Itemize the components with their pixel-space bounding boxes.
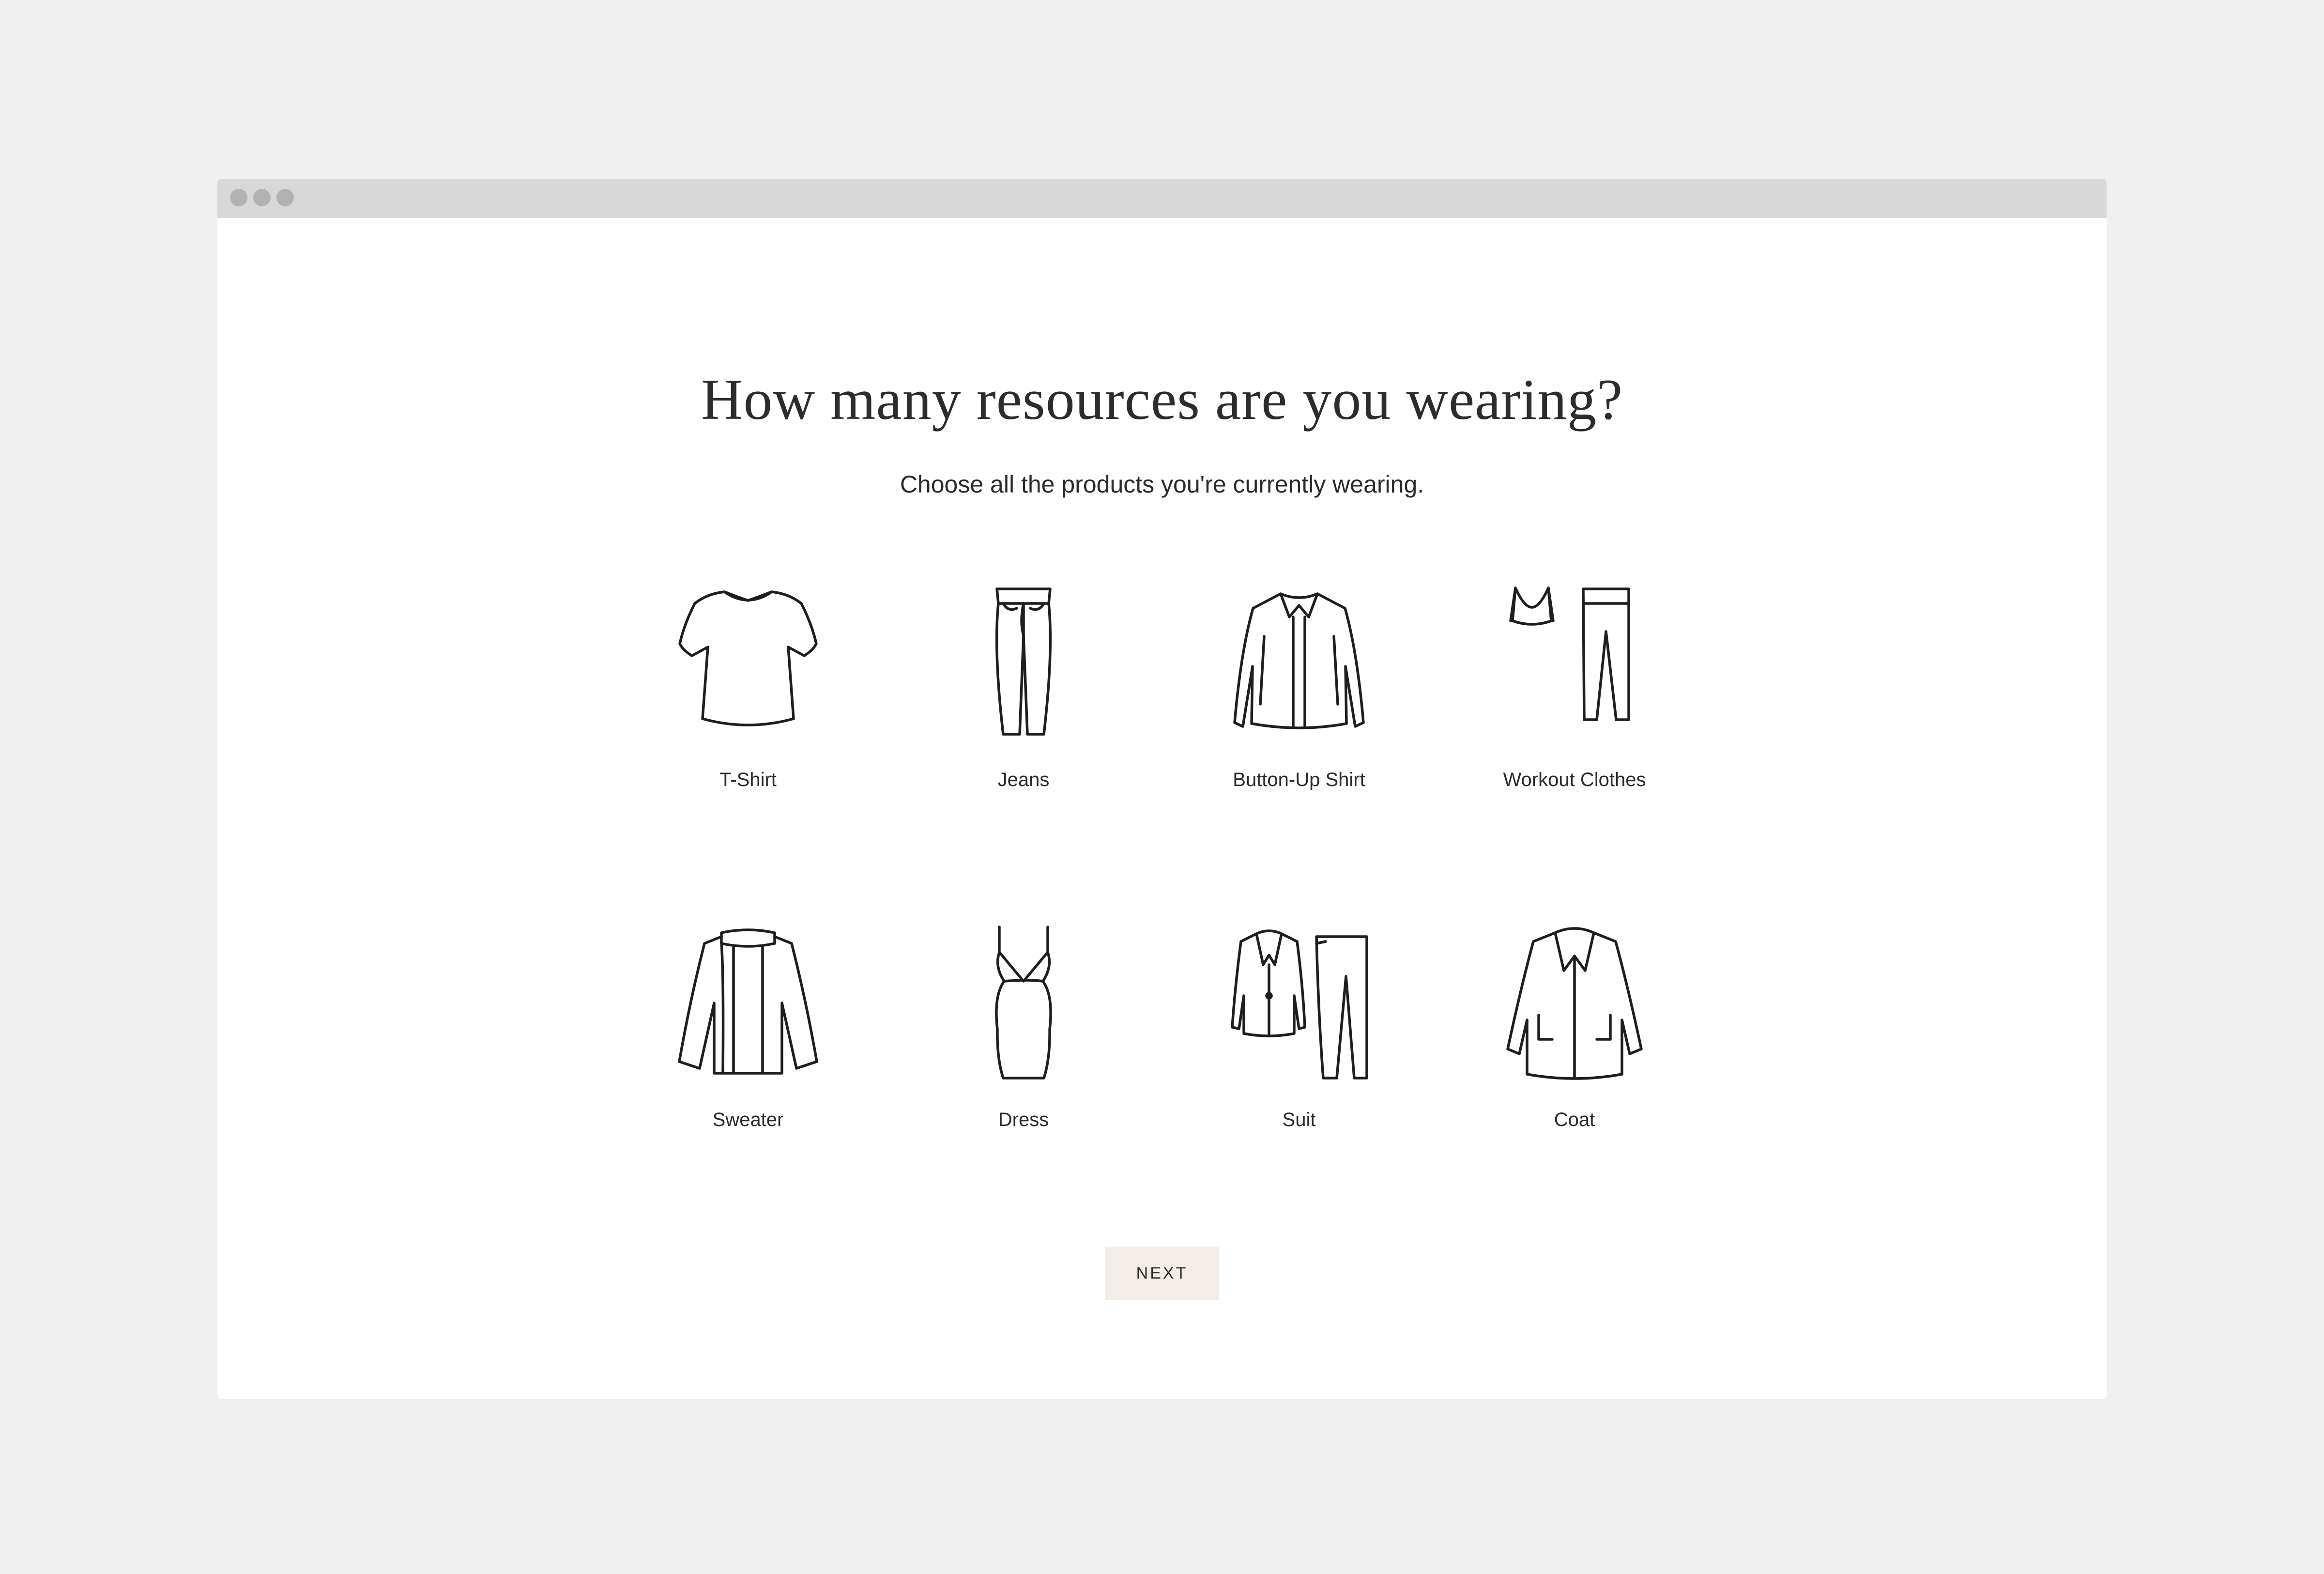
- product-label: Coat: [1554, 1109, 1595, 1130]
- product-option-suit[interactable]: Suit: [1197, 918, 1401, 1170]
- product-label: Button-Up Shirt: [1233, 769, 1365, 790]
- product-label: Sweater: [712, 1109, 784, 1130]
- suit-icon: [1231, 929, 1368, 1080]
- question-title: How many resources are you wearing?: [701, 367, 1623, 432]
- button-up-shirt-icon: [1233, 592, 1365, 729]
- sweater-icon: [678, 928, 818, 1075]
- product-option-dress[interactable]: Dress: [922, 918, 1125, 1170]
- product-option-sweater[interactable]: Sweater: [646, 918, 850, 1170]
- product-label: Dress: [998, 1109, 1049, 1130]
- coat-icon: [1506, 927, 1643, 1080]
- product-option-coat[interactable]: Coat: [1473, 918, 1676, 1170]
- t-shirt-icon: [678, 590, 818, 726]
- window-close-button[interactable]: [230, 189, 247, 206]
- product-option-workout-clothes[interactable]: Workout Clothes: [1473, 578, 1676, 830]
- window-minimize-button[interactable]: [253, 189, 271, 206]
- jeans-icon: [995, 587, 1052, 736]
- product-label: Suit: [1282, 1109, 1316, 1130]
- product-option-button-up-shirt[interactable]: Button-Up Shirt: [1197, 578, 1401, 830]
- question-subtitle: Choose all the products you're currently…: [900, 471, 1424, 498]
- next-button[interactable]: NEXT: [1105, 1247, 1219, 1300]
- workout-clothes-icon: [1509, 586, 1630, 721]
- product-label: Workout Clothes: [1503, 769, 1646, 790]
- product-option-t-shirt[interactable]: T-Shirt: [646, 578, 850, 830]
- browser-window: How many resources are you wearing? Choo…: [217, 179, 2107, 1399]
- window-titlebar: [217, 179, 2107, 218]
- product-label: Jeans: [997, 769, 1050, 790]
- product-option-jeans[interactable]: Jeans: [922, 578, 1125, 830]
- window-maximize-button[interactable]: [276, 189, 294, 206]
- product-label: T-Shirt: [719, 769, 777, 790]
- dress-icon: [995, 926, 1052, 1080]
